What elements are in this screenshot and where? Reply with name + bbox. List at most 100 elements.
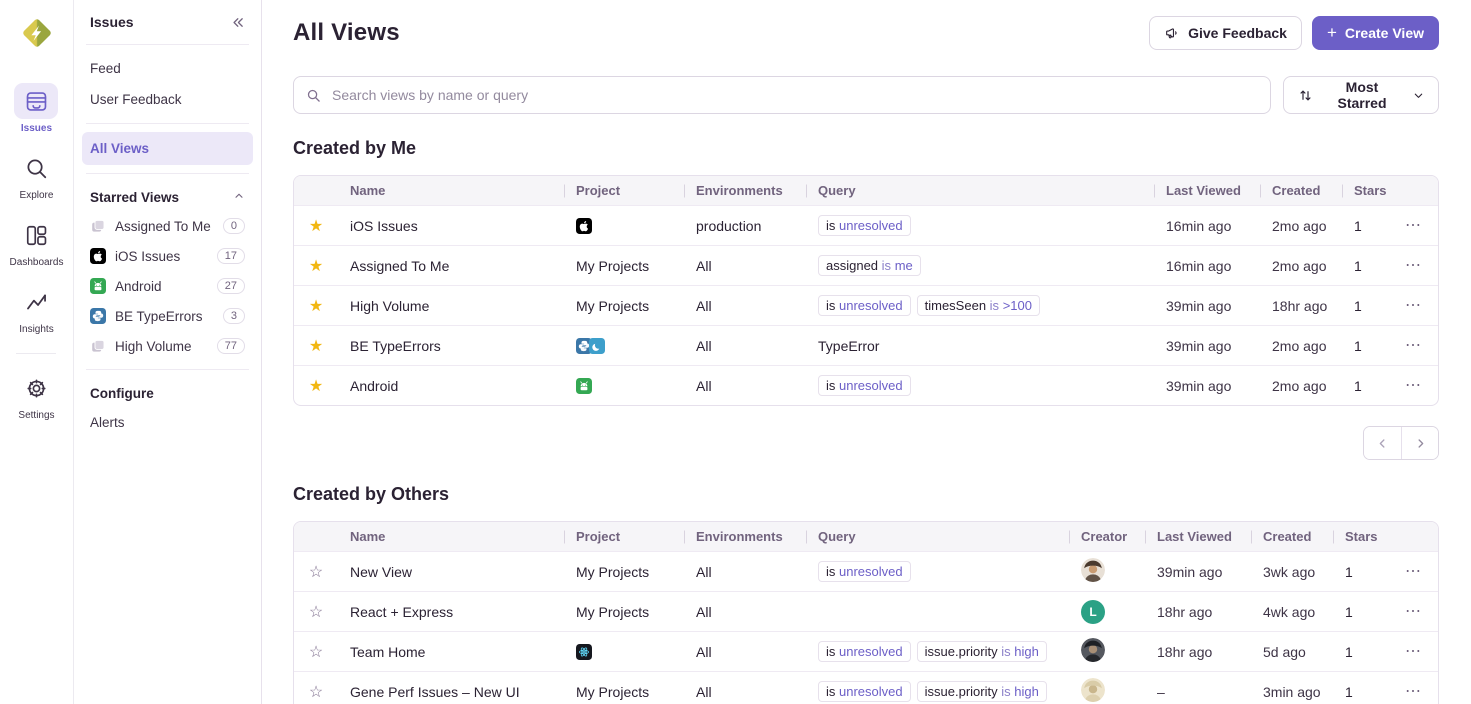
starred-view-assigned-to-me[interactable]: Assigned To Me 0 [82,211,253,241]
last-viewed-value: – [1157,684,1165,700]
main-content: All Views Give Feedback + Create View [262,0,1471,704]
explore-icon [14,150,58,186]
plus-icon: + [1327,24,1337,41]
project-label: My Projects [576,298,649,314]
android-project-icon [576,378,592,394]
view-name-link[interactable]: Android [350,378,398,394]
view-name-link[interactable]: Assigned To Me [350,258,449,274]
created-value: 5d ago [1263,644,1306,660]
star-toggle[interactable]: ★ [309,218,323,235]
star-toggle[interactable]: ☆ [309,564,323,581]
row-menu-button[interactable]: ⋯ [1405,644,1421,660]
previous-page-button[interactable] [1364,427,1401,459]
view-name-link[interactable]: New View [350,564,412,580]
environments-value: All [684,338,806,354]
rail-item-issues[interactable]: Issues [14,83,58,134]
settings-icon [14,370,58,406]
android-project-icon [90,278,106,294]
table-row: ☆React + ExpressMy ProjectsAllL18hr ago4… [294,591,1438,631]
last-viewed-value: 16min ago [1166,258,1231,274]
issue-count-badge: 3 [223,308,245,324]
view-name-link[interactable]: Gene Perf Issues – New UI [350,684,520,700]
sidebar-item-user-feedback[interactable]: User Feedback [82,84,253,115]
row-menu-button[interactable]: ⋯ [1405,298,1421,314]
view-name-link[interactable]: High Volume [350,298,429,314]
issue-count-badge: 0 [223,218,245,234]
starred-view-android[interactable]: Android 27 [82,271,253,301]
stars-count: 1 [1333,644,1401,660]
rail-item-insights[interactable]: Insights [14,284,58,335]
view-name-link[interactable]: React + Express [350,604,453,620]
stars-count: 1 [1342,298,1401,314]
rail-item-settings[interactable]: Settings [14,370,58,421]
table-header-row: NameProjectEnvironmentsQueryLast ViewedC… [294,176,1438,205]
star-toggle[interactable]: ☆ [309,644,323,661]
column-header-name: Name [338,529,564,544]
created-value: 4wk ago [1263,604,1315,620]
query-token: timesSeen is >100 [917,295,1040,316]
create-view-button[interactable]: + Create View [1312,16,1439,50]
section-created-by-others: Created by Others NameProjectEnvironments… [293,484,1439,704]
row-menu-button[interactable]: ⋯ [1405,684,1421,700]
created-value: 2mo ago [1272,218,1326,234]
starred-view-be-typeerrors[interactable]: BE TypeErrors 3 [82,301,253,331]
star-toggle[interactable]: ★ [309,338,323,355]
table-header-row: NameProjectEnvironmentsQueryCreatorLast … [294,522,1438,551]
star-toggle[interactable]: ★ [309,258,323,275]
search-input[interactable] [330,86,1258,104]
sidebar-item-alerts[interactable]: Alerts [82,407,253,438]
last-viewed-value: 39min ago [1157,564,1222,580]
query-token: is unresolved [818,561,911,582]
column-header-environments: Environments [684,529,806,544]
next-page-button[interactable] [1401,427,1438,459]
view-name-link[interactable]: Team Home [350,644,425,660]
table-row: ☆Team HomeAllis unresolvedissue.priority… [294,631,1438,671]
configure-label: Configure [90,386,154,401]
sidebar-item-feed[interactable]: Feed [82,53,253,84]
views-sections: Created by MeNameProjectEnvironmentsQuer… [293,138,1439,704]
star-toggle[interactable]: ☆ [309,684,323,701]
row-menu-button[interactable]: ⋯ [1405,564,1421,580]
issues-icon [14,83,58,119]
snake-project-icon [589,338,605,354]
section-title: Created by Others [293,484,1439,505]
starred-view-ios-issues[interactable]: iOS Issues 17 [82,241,253,271]
table-row: ☆Gene Perf Issues – New UIMy ProjectsAll… [294,671,1438,704]
starred-view-high-volume[interactable]: High Volume 77 [82,331,253,361]
star-toggle[interactable]: ☆ [309,604,323,621]
dashboards-icon [14,217,58,253]
panel-top-items: FeedUser Feedback [82,53,253,115]
star-toggle[interactable]: ★ [309,298,323,315]
column-header-last-viewed: Last Viewed [1145,529,1251,544]
view-name-link[interactable]: BE TypeErrors [350,338,441,354]
react-project-icon [576,644,592,660]
rail-item-dashboards[interactable]: Dashboards [10,217,64,268]
sort-dropdown[interactable]: Most Starred [1283,76,1439,114]
row-menu-button[interactable]: ⋯ [1405,258,1421,274]
collapse-panel-icon[interactable] [230,15,245,30]
issue-count-badge: 27 [217,278,245,294]
sidebar-item-all-views[interactable]: All Views [82,132,253,165]
view-name-link[interactable]: iOS Issues [350,218,418,234]
star-toggle[interactable]: ★ [309,378,323,395]
apple-project-icon [576,218,592,234]
row-menu-button[interactable]: ⋯ [1405,378,1421,394]
column-header-stars: Stars [1333,529,1401,544]
chevron-up-icon[interactable] [233,190,245,205]
row-menu-button[interactable]: ⋯ [1405,604,1421,620]
chevron-down-icon [1413,90,1424,101]
pagination [293,426,1439,460]
row-menu-button[interactable]: ⋯ [1405,218,1421,234]
column-header-project: Project [564,183,684,198]
row-menu-button[interactable]: ⋯ [1405,338,1421,354]
rail-item-explore[interactable]: Explore [14,150,58,201]
creator-avatar [1081,678,1105,702]
environments-value: production [684,218,806,234]
column-header-creator: Creator [1069,529,1145,544]
sentry-logo[interactable] [17,13,57,53]
stars-count: 1 [1333,684,1401,700]
search-bar [293,76,1271,114]
give-feedback-button[interactable]: Give Feedback [1149,16,1302,50]
project-label: My Projects [576,684,649,700]
query-text: TypeError [818,338,879,354]
